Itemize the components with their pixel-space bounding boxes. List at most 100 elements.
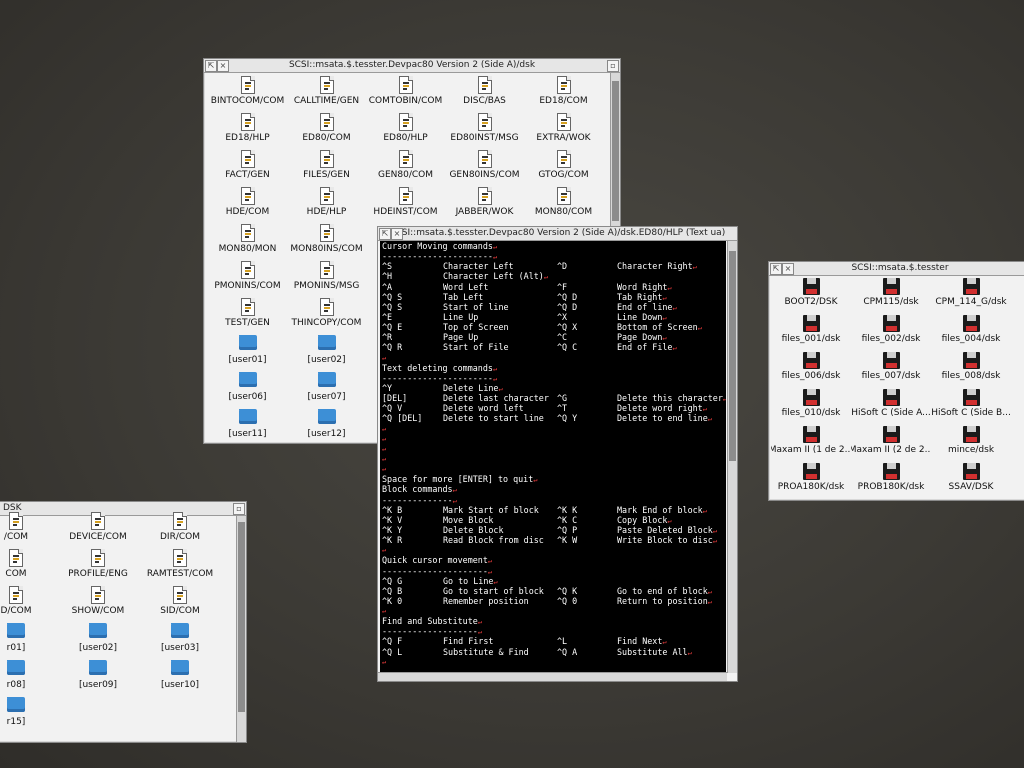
file-item[interactable]: ED80/COM — [287, 113, 366, 150]
back-icon[interactable]: ⇱ — [379, 228, 391, 240]
help-line: Cursor Moving commands↵ — [381, 241, 726, 251]
file-item[interactable]: GTOG/COM — [524, 150, 603, 187]
file-item[interactable]: CPM_114_G/dsk — [931, 278, 1011, 315]
file-item[interactable]: CALLTIME/GEN — [287, 76, 366, 113]
file-item[interactable]: files_007/dsk — [851, 352, 931, 389]
file-item[interactable]: [user12] — [287, 409, 366, 446]
file-item[interactable]: FACT/GEN — [208, 150, 287, 187]
back-icon[interactable]: ⇱ — [205, 60, 217, 72]
file-item[interactable]: files_002/dsk — [851, 315, 931, 352]
scroll-thumb[interactable] — [238, 522, 245, 712]
file-item[interactable]: HDE/HLP — [287, 187, 366, 224]
text-viewer-window[interactable]: SCSI::msata.$.tesster.Devpac80 Version 2… — [377, 226, 738, 682]
file-label: SID/COM — [160, 606, 200, 616]
file-item[interactable]: [user01] — [208, 335, 287, 372]
file-item[interactable]: [user07] — [287, 372, 366, 409]
vertical-scrollbar[interactable] — [236, 516, 246, 742]
file-item[interactable]: files_008/dsk — [931, 352, 1011, 389]
file-item[interactable]: r01] — [0, 623, 57, 660]
close-icon[interactable]: × — [391, 228, 403, 240]
file-item[interactable]: files_004/dsk — [931, 315, 1011, 352]
filer-window-tesster[interactable]: SCSI::msata.$.tesster ⇱ × BOOT2/DSK CPM11… — [768, 261, 1024, 501]
close-icon[interactable]: × — [782, 263, 794, 275]
file-item[interactable]: Maxam II (1 de 2... — [771, 426, 851, 463]
file-item[interactable]: HDEINST/COM — [366, 187, 445, 224]
toggle-size-icon[interactable]: ▫ — [607, 60, 619, 72]
window-title-bar[interactable]: SCSI::msata.$.tesster.Devpac80 Version 2… — [378, 227, 737, 241]
file-item[interactable]: r08] — [0, 660, 57, 697]
file-item[interactable]: MON80/MON — [208, 224, 287, 261]
help-text-cell: ^A — [382, 281, 393, 292]
file-item[interactable]: MON80/COM — [524, 187, 603, 224]
file-item[interactable]: SHOW/COM — [57, 586, 139, 623]
help-text-cell: Text deleting commands — [382, 362, 493, 373]
window-title-bar[interactable]: SCSI::msata.$.tesster — [769, 262, 1024, 276]
file-item[interactable]: D/COM — [0, 586, 57, 623]
floppy-icon — [962, 278, 980, 295]
file-item[interactable]: [user03] — [139, 623, 221, 660]
file-item[interactable]: /COM — [0, 512, 57, 549]
file-item[interactable]: DEVICE/COM — [57, 512, 139, 549]
vertical-scrollbar[interactable] — [727, 241, 737, 673]
window-title-bar[interactable]: SCSI::msata.$.tesster.Devpac80 Version 2… — [204, 59, 620, 73]
back-icon[interactable]: ⇱ — [770, 263, 782, 275]
filer-window-lower[interactable]: DSK ▫ /COM DEVICE/COM DIR/COM COM PROFILE/EN… — [0, 501, 247, 743]
file-item[interactable]: CPM115/dsk — [851, 278, 931, 315]
file-item[interactable]: EXTRA/WOK — [524, 113, 603, 150]
toggle-size-icon[interactable]: ▫ — [233, 503, 245, 515]
file-item[interactable]: RAMTEST/COM — [139, 549, 221, 586]
file-item[interactable]: ED80INST/MSG — [445, 113, 524, 150]
file-item[interactable]: COMTOBIN/COM — [366, 76, 445, 113]
file-item[interactable]: [user02] — [287, 335, 366, 372]
file-item[interactable]: HDE/COM — [208, 187, 287, 224]
help-text-cell: End of File — [617, 342, 673, 353]
file-item[interactable]: [user11] — [208, 409, 287, 446]
file-item[interactable]: SSAV/DSK — [931, 463, 1011, 500]
file-item[interactable]: DISC/BAS — [445, 76, 524, 113]
file-item[interactable]: SID/COM — [139, 586, 221, 623]
help-text-cell: Word Left — [443, 281, 489, 292]
file-item[interactable]: MON80INS/COM — [287, 224, 366, 261]
file-item[interactable]: COM — [0, 549, 57, 586]
file-item[interactable]: [user10] — [139, 660, 221, 697]
file-icon — [240, 224, 255, 242]
help-line: Space for more [ENTER] to quit↵ — [381, 474, 726, 484]
file-item[interactable]: ED18/COM — [524, 76, 603, 113]
file-item[interactable]: [user09] — [57, 660, 139, 697]
file-item[interactable]: PROFILE/ENG — [57, 549, 139, 586]
file-item[interactable]: ED18/HLP — [208, 113, 287, 150]
file-item[interactable]: TEST/GEN — [208, 298, 287, 335]
file-item[interactable]: BINTOCOM/COM — [208, 76, 287, 113]
file-item[interactable]: Maxam II (2 de 2... — [851, 426, 931, 463]
file-item[interactable]: FILES/GEN — [287, 150, 366, 187]
file-item[interactable]: PMONINS/MSG — [287, 261, 366, 298]
file-item[interactable]: PROB180K/dsk — [851, 463, 931, 500]
file-item[interactable]: PROA180K/dsk — [771, 463, 851, 500]
file-item[interactable]: ED80/HLP — [366, 113, 445, 150]
file-item[interactable]: JABBER/WOK — [445, 187, 524, 224]
file-item[interactable]: HiSoft C (Side B... — [931, 389, 1011, 426]
file-item[interactable]: [user06] — [208, 372, 287, 409]
file-item[interactable]: BOOT2/DSK — [771, 278, 851, 315]
file-item[interactable]: GEN80/COM — [366, 150, 445, 187]
help-line: ^Q E Top of Screen ^Q X Bottom of Screen↵ — [381, 322, 726, 332]
scroll-thumb[interactable] — [612, 81, 619, 221]
file-icon — [319, 150, 334, 168]
file-item[interactable]: THINCOPY/COM — [287, 298, 366, 335]
file-item[interactable]: DIR/COM — [139, 512, 221, 549]
file-item[interactable]: files_001/dsk — [771, 315, 851, 352]
file-item[interactable]: files_006/dsk — [771, 352, 851, 389]
scroll-thumb[interactable] — [729, 251, 736, 461]
help-text-cell: Tab Right — [617, 291, 663, 302]
file-item[interactable]: r15] — [0, 697, 57, 734]
file-item[interactable]: HiSoft C (Side A... — [851, 389, 931, 426]
file-item[interactable]: files_010/dsk — [771, 389, 851, 426]
horizontal-scrollbar[interactable] — [378, 672, 727, 681]
floppy-icon — [962, 426, 980, 443]
file-icon — [240, 76, 255, 94]
file-item[interactable]: mince/dsk — [931, 426, 1011, 463]
file-item[interactable]: GEN80INS/COM — [445, 150, 524, 187]
file-item[interactable]: [user02] — [57, 623, 139, 660]
file-item[interactable]: PMONINS/COM — [208, 261, 287, 298]
close-icon[interactable]: × — [217, 60, 229, 72]
